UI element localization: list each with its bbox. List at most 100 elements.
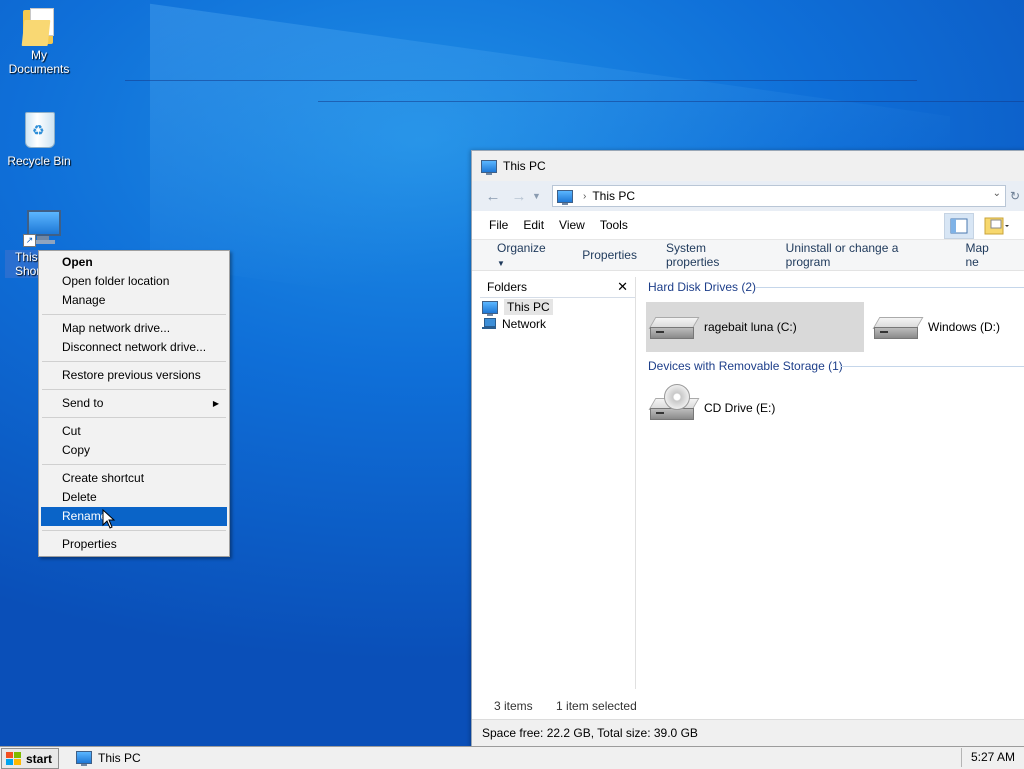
menu-edit[interactable]: Edit (523, 218, 544, 232)
drive-label: ragebait luna (C:) (704, 320, 797, 334)
ctx-restore-previous-versions[interactable]: Restore previous versions (41, 366, 227, 385)
windows-logo-icon (4, 751, 22, 767)
desktop-icon-my-documents[interactable]: My Documents (1, 6, 77, 76)
system-properties-button[interactable]: System properties (666, 241, 757, 269)
recent-locations-dropdown-icon[interactable]: ▼ (532, 191, 546, 201)
close-icon[interactable]: ✕ (617, 277, 628, 297)
ctx-map-network-drive[interactable]: Map network drive... (41, 319, 227, 338)
computer-icon: ↗ (23, 208, 61, 248)
hard-drive-icon (648, 317, 700, 339)
ctx-cut[interactable]: Cut (41, 422, 227, 441)
drive-label: Windows (D:) (928, 320, 1001, 334)
wallpaper-beam (125, 80, 917, 81)
status-selected-count: 1 item selected (556, 699, 637, 713)
menu-view[interactable]: View (559, 218, 585, 232)
menu-tools[interactable]: Tools (600, 218, 628, 232)
context-menu: Open Open folder location Manage Map net… (38, 250, 230, 557)
ctx-copy[interactable]: Copy (41, 441, 227, 460)
this-pc-icon (481, 159, 497, 175)
group-header-label: Devices with Removable Storage (1) (648, 359, 843, 373)
desktop: My Documents ♻ Recycle Bin ↗ This Shor O… (0, 0, 1024, 746)
organize-label: Organize (497, 241, 546, 255)
wallpaper-beam (318, 101, 1024, 102)
folders-pane-title: Folders (487, 280, 528, 294)
breadcrumb-chevron-icon: › (583, 190, 587, 202)
ctx-properties[interactable]: Properties (41, 535, 227, 554)
start-label: start (26, 751, 53, 766)
window-titlebar[interactable]: This PC (472, 151, 1024, 181)
menu-separator (42, 389, 226, 390)
shortcut-arrow-icon: ↗ (23, 234, 36, 247)
drive-item-c[interactable]: ragebait luna (C:) (646, 302, 864, 352)
status-bar: 3 items 1 item selected (480, 695, 1024, 717)
group-divider (840, 366, 1024, 367)
status-item-count: 3 items (494, 699, 533, 713)
documents-folder-icon (21, 6, 57, 46)
tree-item-this-pc[interactable]: This PC (480, 299, 635, 316)
group-header-hard-disk[interactable]: Hard Disk Drives (2) (640, 277, 1024, 297)
ctx-open[interactable]: Open (41, 253, 227, 272)
back-arrow-icon[interactable]: ← (480, 188, 506, 205)
folders-pane-header: Folders ✕ (480, 277, 635, 298)
uninstall-program-button[interactable]: Uninstall or change a program (786, 241, 937, 269)
ctx-disconnect-network-drive[interactable]: Disconnect network drive... (41, 338, 227, 357)
tree-item-network[interactable]: Network (480, 316, 635, 332)
preview-pane-button[interactable] (944, 213, 974, 239)
desktop-icon-label: Documents (8, 62, 70, 76)
desktop-icon-label: My (31, 48, 47, 62)
change-view-button[interactable] (980, 213, 1010, 239)
desktop-icon-recycle-bin[interactable]: ♻ Recycle Bin (1, 106, 77, 168)
details-footer: Space free: 22.2 GB, Total size: 39.0 GB (472, 719, 1024, 746)
group-header-removable[interactable]: Devices with Removable Storage (1) (640, 356, 1024, 376)
ctx-rename[interactable]: Rename (41, 507, 227, 526)
forward-arrow-icon[interactable]: → (506, 188, 532, 205)
mouse-cursor-icon (102, 509, 116, 529)
submenu-arrow-icon: ▶ (212, 399, 219, 408)
refresh-icon[interactable]: ↻ (1010, 189, 1020, 203)
address-text: This PC (592, 189, 636, 203)
content-pane: Hard Disk Drives (2) ragebait luna (C:) … (640, 277, 1024, 689)
cd-drive-icon (648, 384, 700, 420)
taskbar: start This PC 5:27 AM (0, 746, 1024, 769)
ctx-manage[interactable]: Manage (41, 291, 227, 310)
ctx-delete[interactable]: Delete (41, 488, 227, 507)
organize-dropdown-icon: ▼ (497, 259, 505, 268)
organize-button[interactable]: Organize ▼ (497, 241, 553, 269)
tree-item-label: Network (502, 317, 547, 331)
ctx-open-folder-location[interactable]: Open folder location (41, 272, 227, 291)
window-body: Folders ✕ This PC Network Hard Disk Driv… (472, 271, 1024, 689)
folders-pane: Folders ✕ This PC Network (480, 277, 636, 689)
tree-item-label: This PC (504, 299, 553, 315)
command-bar: Organize ▼ Properties System properties … (472, 240, 1024, 271)
map-network-drive-button[interactable]: Map ne (965, 241, 1003, 269)
system-clock[interactable]: 5:27 AM (961, 748, 1024, 767)
window-title: This PC (503, 159, 546, 173)
this-pc-icon (482, 300, 498, 316)
start-button[interactable]: start (1, 748, 59, 769)
ctx-create-shortcut[interactable]: Create shortcut (41, 469, 227, 488)
address-bar[interactable]: › This PC ⌄ (552, 185, 1006, 207)
recycle-bin-icon: ♻ (21, 106, 57, 148)
navigation-bar: ← → ▼ › This PC ⌄ ↻ (472, 181, 1024, 211)
drive-label: CD Drive (E:) (704, 401, 776, 415)
taskbar-item-this-pc[interactable]: This PC (60, 748, 286, 767)
hard-drive-icon (872, 317, 924, 339)
preview-pane-icon (950, 218, 968, 234)
explorer-window: This PC ← → ▼ › This PC ⌄ ↻ File Edit Vi… (471, 150, 1024, 746)
desktop-icon-label: Recycle Bin (7, 154, 71, 168)
drive-item-d[interactable]: Windows (D:) (870, 302, 1024, 352)
menu-separator (42, 530, 226, 531)
properties-button[interactable]: Properties (582, 248, 637, 262)
address-dropdown-icon[interactable]: ⌄ (993, 188, 1001, 199)
this-pc-icon (557, 189, 573, 205)
view-options-icon (984, 217, 1009, 235)
menu-file[interactable]: File (489, 218, 508, 232)
taskbar-item-label: This PC (98, 750, 141, 765)
network-icon (482, 318, 496, 330)
this-pc-icon (76, 751, 92, 766)
menu-separator (42, 314, 226, 315)
group-divider (756, 287, 1024, 288)
drive-item-e[interactable]: CD Drive (E:) (646, 383, 864, 433)
menu-separator (42, 464, 226, 465)
ctx-send-to[interactable]: Send to ▶ (41, 394, 227, 413)
